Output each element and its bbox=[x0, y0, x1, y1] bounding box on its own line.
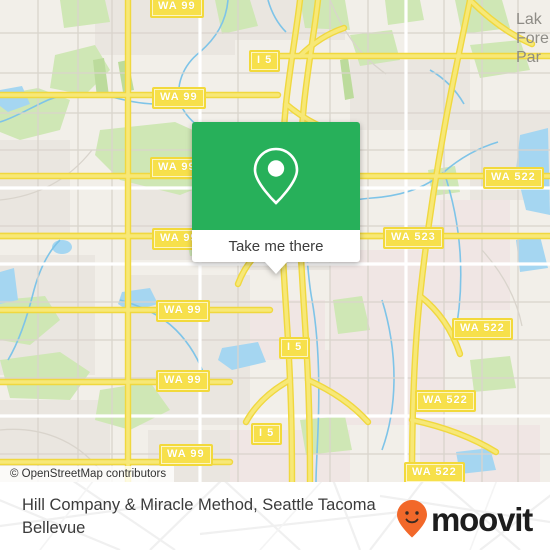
shield-wa-99-7: WA 99 bbox=[159, 444, 213, 466]
popup-icon-panel bbox=[192, 122, 360, 230]
map-screen: Lak Fore Par WA 99 I 5 WA 99 WA 99 WA 52… bbox=[0, 0, 550, 550]
shield-wa-99-1: WA 99 bbox=[150, 0, 204, 18]
moovit-wordmark: moovit bbox=[431, 500, 533, 538]
map-pin-icon bbox=[253, 147, 299, 205]
shield-i-5-2: I 5 bbox=[279, 337, 311, 359]
footer-bar: Hill Company & Miracle Method, Seattle T… bbox=[0, 482, 550, 550]
moovit-logo[interactable]: moovit bbox=[396, 499, 533, 539]
place-title: Hill Company & Miracle Method, Seattle T… bbox=[22, 496, 376, 537]
shield-wa-522-2: WA 522 bbox=[452, 318, 513, 340]
shield-i-5-1: I 5 bbox=[249, 50, 281, 72]
shield-wa-99-5: WA 99 bbox=[156, 300, 210, 322]
take-me-there-label: Take me there bbox=[228, 237, 324, 255]
shield-wa-99-6: WA 99 bbox=[156, 370, 210, 392]
osm-attribution[interactable]: © OpenStreetMap contributors bbox=[0, 466, 175, 482]
take-me-there-button[interactable]: Take me there bbox=[192, 230, 360, 262]
shield-wa-99-2: WA 99 bbox=[152, 87, 206, 109]
shield-wa-522-4: WA 522 bbox=[404, 462, 465, 482]
moovit-pin-smiley-icon bbox=[397, 500, 428, 538]
shield-wa-522-3: WA 522 bbox=[415, 390, 476, 412]
shield-i-5-3: I 5 bbox=[251, 423, 283, 445]
popup-tail bbox=[265, 262, 287, 274]
osm-attribution-label: © OpenStreetMap contributors bbox=[10, 468, 167, 480]
shield-wa-523-1: WA 523 bbox=[383, 227, 444, 249]
take-me-there-popup[interactable]: Take me there bbox=[192, 122, 360, 274]
shield-wa-522-1: WA 522 bbox=[483, 167, 544, 189]
